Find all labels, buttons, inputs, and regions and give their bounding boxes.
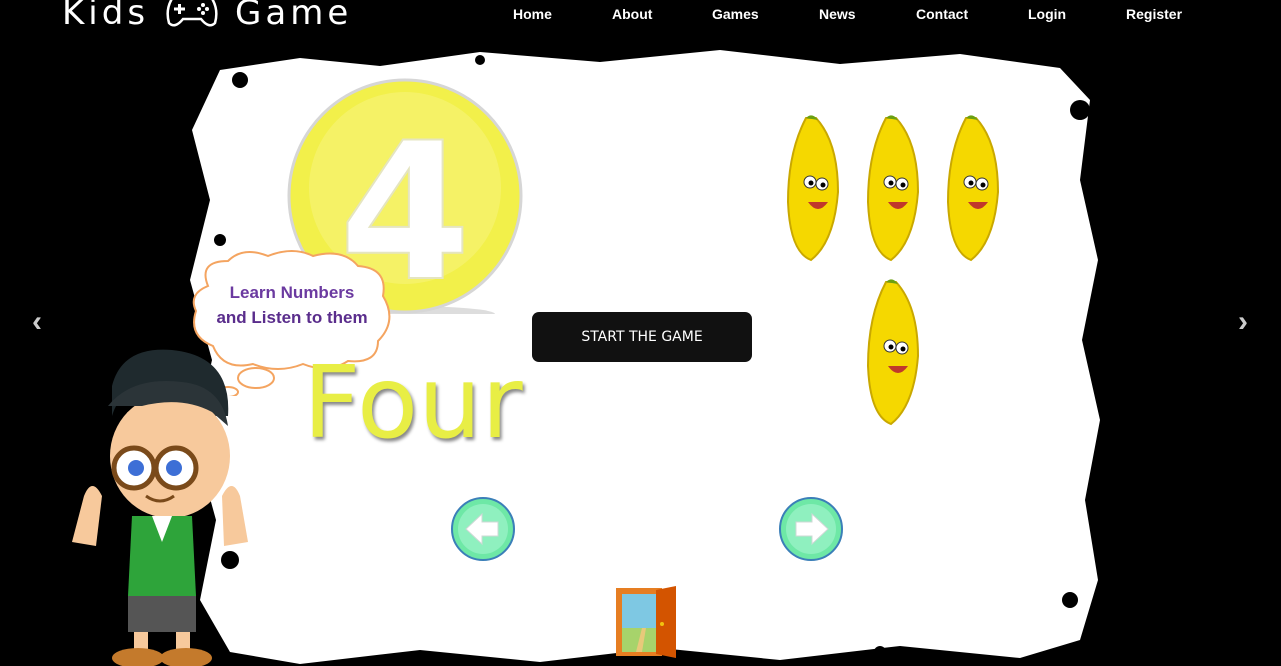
bubble-line-2: and Listen to them <box>216 308 368 327</box>
carousel-next-arrow[interactable]: › <box>1238 305 1248 339</box>
nav-contact[interactable]: Contact <box>916 6 968 22</box>
nav-login[interactable]: Login <box>1028 6 1066 22</box>
kid-character <box>72 349 248 666</box>
banana-icon <box>866 115 920 262</box>
nav-news[interactable]: News <box>819 6 856 22</box>
banana-icon <box>786 115 840 262</box>
nav-register[interactable]: Register <box>1126 6 1182 22</box>
next-number-button[interactable] <box>778 496 844 562</box>
bubble-line-1: Learn Numbers <box>229 283 355 302</box>
exit-door-icon[interactable] <box>612 584 680 660</box>
banana-icon <box>866 279 920 426</box>
previous-number-button[interactable] <box>450 496 516 562</box>
nav-about[interactable]: About <box>612 6 652 22</box>
main-nav: Home About Games News Contact Login Regi… <box>0 6 1281 28</box>
nav-home[interactable]: Home <box>513 6 552 22</box>
number-word: Four <box>303 344 523 461</box>
bubble-text: Learn Numbers and Listen to them <box>196 280 388 330</box>
site-header: Kids Game Home About Games News Contact … <box>0 0 1281 40</box>
carousel-prev-arrow[interactable]: ‹ <box>32 305 42 339</box>
start-game-button[interactable]: START THE GAME <box>532 312 752 362</box>
banana-icon <box>946 115 1000 262</box>
nav-games[interactable]: Games <box>712 6 759 22</box>
